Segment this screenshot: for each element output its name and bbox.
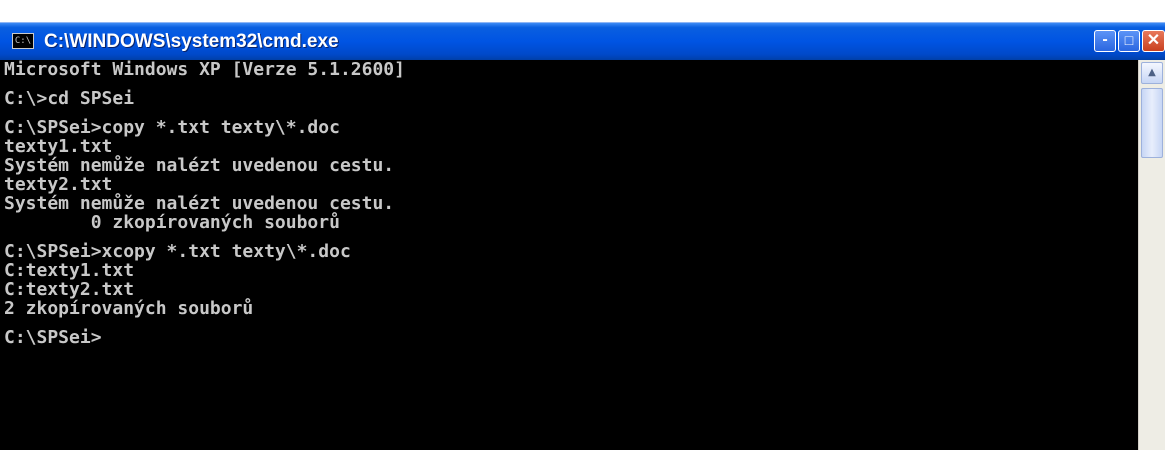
console-line: Systém nemůže nalézt uvedenou cestu. [4, 155, 395, 176]
console-line: 0 zkopírovaných souborů [4, 212, 340, 233]
console-line: Systém nemůže nalézt uvedenou cestu. [4, 193, 395, 214]
cmd-window: C:\ C:\WINDOWS\system32\cmd.exe - □ ✕ Mi… [0, 22, 1165, 450]
scroll-thumb[interactable] [1141, 88, 1163, 158]
minimize-button[interactable]: - [1094, 30, 1116, 52]
console-line: C:texty1.txt [4, 260, 135, 281]
console-app-icon[interactable]: C:\ [12, 33, 34, 49]
console-line: C:\SPSei>xcopy *.txt texty\*.doc [4, 241, 351, 262]
console-output[interactable]: Microsoft Windows XP [Verze 5.1.2600] C:… [4, 60, 1136, 450]
console-prompt[interactable]: C:\SPSei> [4, 328, 1136, 347]
close-button[interactable]: ✕ [1142, 30, 1165, 52]
scroll-up-arrow-icon[interactable]: ▲ [1141, 62, 1163, 84]
console-line: C:\SPSei>copy *.txt texty\*.doc [4, 117, 340, 138]
console-line: Microsoft Windows XP [Verze 5.1.2600] [4, 60, 405, 80]
console-line: C:texty2.txt [4, 279, 135, 300]
console-line: 2 zkopírovaných souborů [4, 298, 254, 319]
console-line: texty1.txt [4, 136, 113, 157]
console-line: C:\>cd SPSei [4, 88, 135, 109]
title-bar[interactable]: C:\ C:\WINDOWS\system32\cmd.exe - □ ✕ [0, 22, 1165, 60]
console-line: texty2.txt [4, 174, 113, 195]
vertical-scrollbar[interactable]: ▲ [1138, 60, 1165, 450]
maximize-button[interactable]: □ [1118, 30, 1140, 52]
window-title: C:\WINDOWS\system32\cmd.exe [44, 31, 339, 52]
